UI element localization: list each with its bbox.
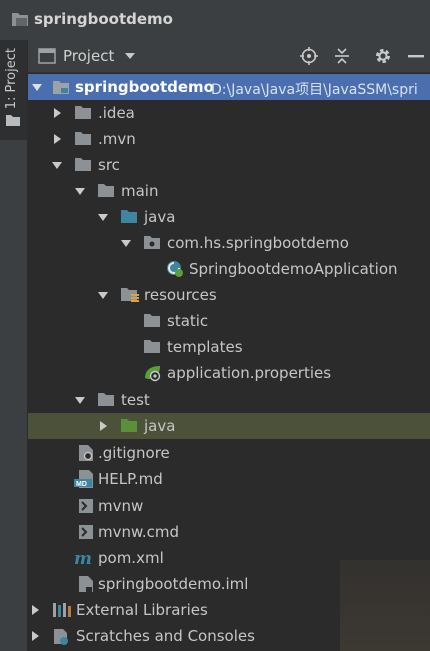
- tree-item-application-properties[interactable]: application.properties: [28, 360, 430, 386]
- tree-item-label: test: [121, 391, 150, 409]
- module-file-icon: [79, 576, 93, 592]
- tree-item-label: src: [98, 156, 120, 174]
- tree-item-label: .idea: [98, 104, 135, 122]
- tree-item-label: springbootdemo.iml: [98, 575, 249, 593]
- tree-item-mvnw[interactable]: mvnw: [28, 493, 430, 519]
- project-tool-tab[interactable]: 1: Project: [0, 40, 27, 140]
- chevron-down-icon[interactable]: [98, 214, 108, 221]
- module-folder-icon: [53, 81, 69, 94]
- chevron-right-icon[interactable]: [54, 108, 61, 118]
- chevron-right-icon[interactable]: [32, 631, 39, 641]
- project-tool-tab-label: 1: Project: [4, 48, 19, 110]
- root-path: D:\Java\Java项目\JavaSSM\spri: [211, 82, 418, 98]
- source-folder-icon: [121, 210, 137, 223]
- tree-item-label: mvnw: [98, 497, 144, 515]
- tree-item-label: static: [167, 312, 209, 330]
- tree-item-label: SpringbootdemoApplication: [189, 260, 398, 278]
- package-icon: [144, 236, 160, 249]
- tree-item-mvn[interactable]: .mvn: [28, 126, 430, 152]
- tree-item-resources[interactable]: resources: [28, 282, 430, 308]
- left-tool-strip: 1: Project: [0, 40, 28, 651]
- tree-item-mvnw-cmd[interactable]: mvnw.cmd: [28, 519, 430, 545]
- tree-item-label: templates: [167, 338, 243, 356]
- markdown-icon: MD: [74, 470, 93, 488]
- folder-icon: [75, 158, 91, 171]
- tree-item-idea[interactable]: .idea: [28, 100, 430, 126]
- tree-item-label: springbootdemo: [75, 78, 214, 96]
- resources-folder-icon: [121, 288, 139, 302]
- folder-icon: [144, 340, 160, 353]
- tree-item-src[interactable]: src: [28, 152, 430, 178]
- folder-icon: [98, 184, 114, 197]
- chevron-down-icon[interactable]: [32, 84, 42, 91]
- folder-icon: [12, 13, 28, 26]
- tree-item-static[interactable]: static: [28, 308, 430, 334]
- tree-item-test[interactable]: test: [28, 387, 430, 413]
- spring-leaf-icon: [145, 366, 161, 382]
- tree-item-label: .mvn: [98, 130, 136, 148]
- gear-icon[interactable]: [374, 47, 392, 65]
- spring-boot-class-icon: [167, 261, 183, 277]
- svg-text:m: m: [74, 549, 92, 567]
- folder-icon: [6, 115, 20, 126]
- tree-item-label: .gitignore: [98, 444, 170, 462]
- background-image: [340, 560, 430, 651]
- folder-icon: [75, 106, 91, 119]
- test-folder-icon: [121, 419, 137, 432]
- tree-item-java-test[interactable]: java: [28, 413, 430, 439]
- tree-item-label: HELP.md: [98, 470, 163, 488]
- tree-item-label: mvnw.cmd: [98, 523, 180, 541]
- tree-item-main[interactable]: main: [28, 178, 430, 204]
- tree-item-application-class[interactable]: SpringbootdemoApplication: [28, 256, 430, 282]
- tree-item-label: pom.xml: [98, 549, 164, 567]
- scratch-icon: [54, 629, 68, 645]
- chevron-down-icon[interactable]: [125, 53, 135, 59]
- locate-icon[interactable]: [300, 47, 318, 65]
- tree-item-root[interactable]: springbootdemo D:\Java\Java项目\JavaSSM\sp…: [28, 74, 430, 100]
- tree-item-help-md[interactable]: MD HELP.md: [28, 466, 430, 492]
- chevron-down-icon[interactable]: [75, 188, 85, 195]
- tree-item-label: application.properties: [167, 364, 332, 382]
- chevron-down-icon[interactable]: [52, 162, 62, 169]
- terminal-file-icon: [79, 499, 93, 513]
- tree-item-label: com.hs.springbootdemo: [167, 234, 349, 252]
- terminal-file-icon: [79, 525, 93, 539]
- chevron-down-icon[interactable]: [75, 397, 85, 404]
- tree-item-label: External Libraries: [76, 601, 208, 619]
- project-view-icon: [38, 48, 56, 64]
- library-icon: [53, 603, 71, 617]
- chevron-right-icon[interactable]: [54, 134, 61, 144]
- tree-item-gitignore[interactable]: .gitignore: [28, 440, 430, 466]
- tree-item-label: main: [121, 182, 159, 200]
- folder-icon: [98, 393, 114, 406]
- chevron-down-icon[interactable]: [121, 240, 131, 247]
- gitignore-file-icon: [79, 445, 93, 461]
- view-selector[interactable]: Project: [63, 47, 114, 65]
- project-toolbar: Project: [28, 40, 430, 73]
- tree-item-label: java: [144, 208, 176, 226]
- title-bar: springbootdemo: [0, 0, 430, 41]
- minimize-icon[interactable]: [408, 55, 424, 58]
- maven-icon: m: [74, 549, 92, 567]
- collapse-all-icon[interactable]: [334, 47, 350, 65]
- project-title: springbootdemo: [34, 10, 173, 28]
- tree-item-label: Scratches and Consoles: [76, 627, 255, 645]
- tree-item-package[interactable]: com.hs.springbootdemo: [28, 230, 430, 256]
- folder-icon: [144, 314, 160, 327]
- tree-item-label: resources: [144, 286, 217, 304]
- chevron-right-icon[interactable]: [100, 421, 107, 431]
- chevron-down-icon[interactable]: [98, 292, 108, 299]
- tree-item-label: java: [144, 417, 176, 435]
- svg-text:MD: MD: [76, 481, 87, 488]
- project-tree: springbootdemo D:\Java\Java项目\JavaSSM\sp…: [28, 73, 430, 651]
- tree-item-java-main[interactable]: java: [28, 204, 430, 230]
- tree-item-templates[interactable]: templates: [28, 334, 430, 360]
- chevron-right-icon[interactable]: [32, 605, 39, 615]
- folder-icon: [75, 132, 91, 145]
